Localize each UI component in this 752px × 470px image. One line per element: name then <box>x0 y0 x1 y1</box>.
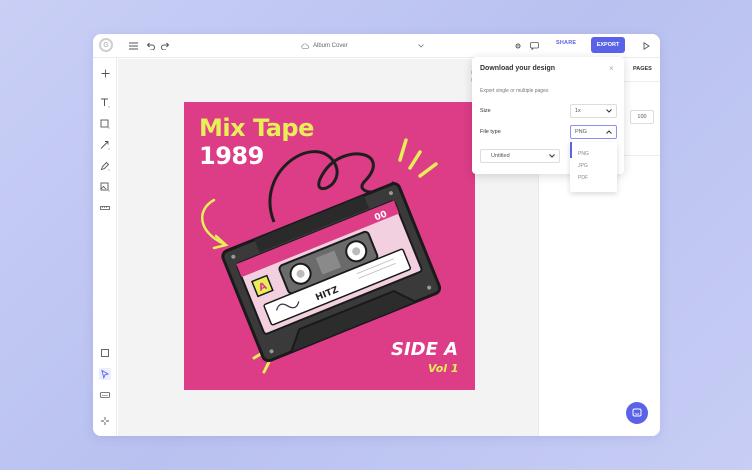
line-tool-icon[interactable] <box>99 139 111 151</box>
filetype-option-jpg[interactable]: JPG <box>578 163 588 169</box>
chat-button[interactable] <box>626 402 648 424</box>
modal-title: Download your design <box>480 65 556 72</box>
filetype-label: File type <box>480 129 501 135</box>
document-title-text: Album Cover <box>313 43 348 49</box>
hamburger-icon[interactable] <box>127 40 139 52</box>
chevron-down-icon <box>606 109 612 113</box>
add-icon[interactable] <box>99 67 111 79</box>
text-tool-icon[interactable] <box>99 97 111 109</box>
tab-pages[interactable]: PAGES <box>633 66 652 72</box>
share-button[interactable]: SHARE <box>556 40 576 46</box>
pages-select[interactable]: Untitled <box>480 149 560 163</box>
close-icon[interactable]: × <box>609 64 614 73</box>
cloud-icon <box>301 43 309 49</box>
filetype-select-value: PNG <box>575 129 587 135</box>
comment-icon[interactable] <box>528 40 540 52</box>
dropdown-accent <box>570 142 572 158</box>
gear-icon[interactable] <box>512 40 524 52</box>
play-icon[interactable] <box>640 40 652 52</box>
select-tool-icon[interactable] <box>99 368 111 380</box>
pen-tool-icon[interactable] <box>99 160 111 172</box>
chevron-down-icon[interactable] <box>415 40 427 52</box>
size-label: Size <box>480 108 491 114</box>
chevron-down-icon <box>549 154 555 158</box>
art-vol-label: Vol 1 <box>428 362 459 375</box>
undo-icon[interactable] <box>144 40 156 52</box>
art-side-label: SIDE A <box>391 339 459 360</box>
modal-subtitle: Export single or multiple pages <box>480 88 549 94</box>
size-select-value: 1x <box>575 108 581 114</box>
left-toolbar <box>93 58 117 436</box>
artboard-album-cover[interactable]: A 00 HITZ Mix Tape 1989 SIDE A Vol 1 <box>184 102 475 390</box>
filetype-dropdown: PNG JPG PDF <box>570 142 617 192</box>
frame-tool-icon[interactable] <box>99 347 111 359</box>
pages-select-value: Untitled <box>491 153 510 159</box>
image-tool-icon[interactable] <box>99 181 111 193</box>
editor-window: G Album Cover SHARE EXPORT A 00 HITZ Mix… <box>93 34 660 436</box>
document-title[interactable]: Album Cover <box>301 40 348 52</box>
chat-icon <box>632 408 642 417</box>
ruler-tool-icon[interactable] <box>99 202 111 214</box>
top-toolbar: G Album Cover SHARE EXPORT <box>93 34 660 58</box>
zoom-input[interactable]: 100 <box>630 110 654 124</box>
art-title-line1: Mix Tape <box>199 114 314 142</box>
magic-wand-icon[interactable] <box>99 415 111 427</box>
rectangle-tool-icon[interactable] <box>99 118 111 130</box>
redo-icon[interactable] <box>159 40 171 52</box>
g-logo-icon[interactable]: G <box>99 38 113 52</box>
size-select[interactable]: 1x <box>570 104 617 118</box>
art-title-line2: 1989 <box>199 142 264 170</box>
export-button[interactable]: EXPORT <box>591 37 625 53</box>
keyboard-icon[interactable] <box>99 389 111 401</box>
filetype-option-pdf[interactable]: PDF <box>578 175 588 181</box>
filetype-select[interactable]: PNG <box>570 125 617 139</box>
chevron-up-icon <box>606 130 612 134</box>
filetype-option-png[interactable]: PNG <box>578 151 589 157</box>
